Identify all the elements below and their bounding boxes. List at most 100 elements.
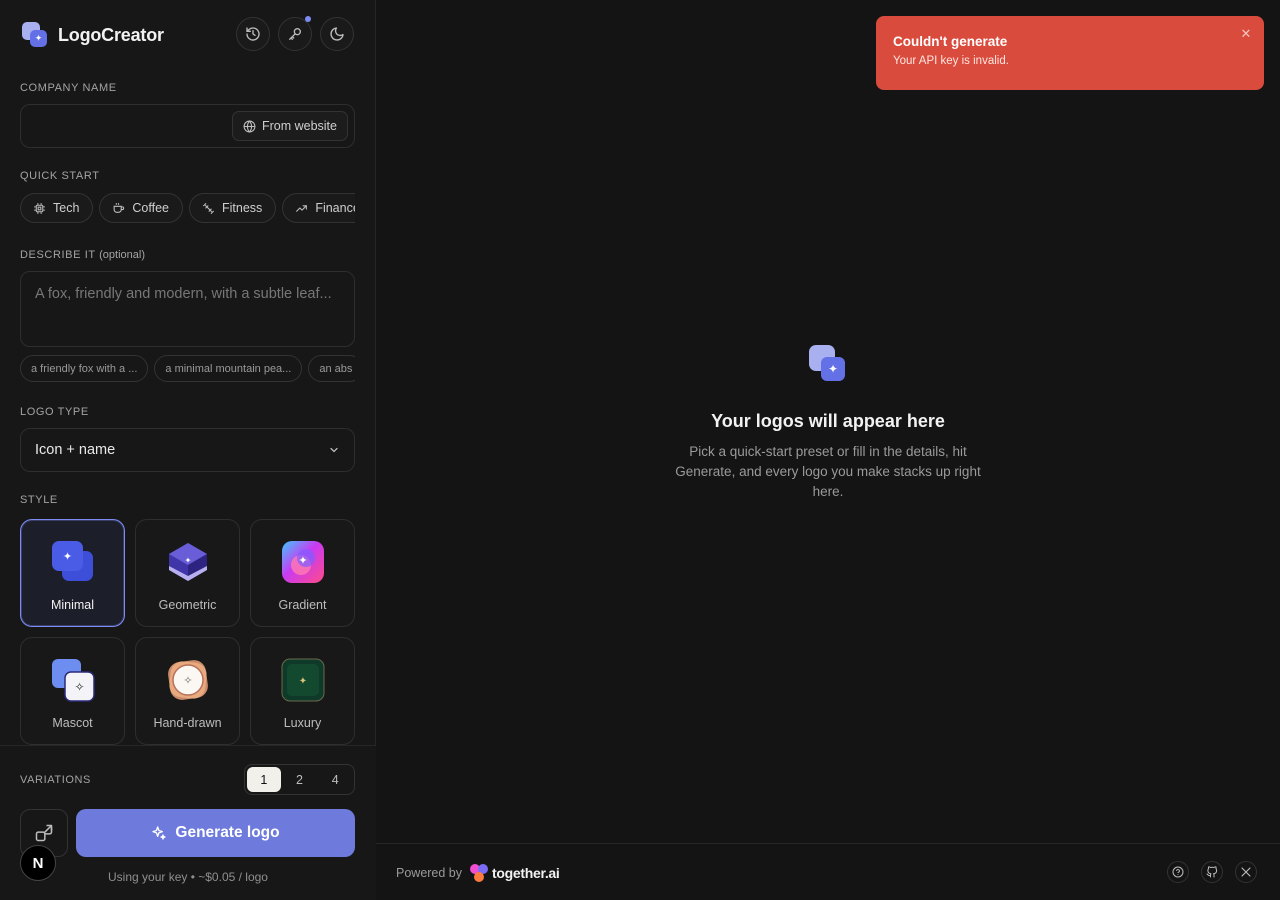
x-button[interactable] [1235, 861, 1257, 883]
help-icon [1172, 866, 1184, 878]
trending-up-icon [296, 204, 308, 212]
describe-placeholder: A fox, friendly and modern, with a subtl… [35, 286, 332, 302]
empty-state-title: Your logos will appear here [711, 411, 945, 431]
coffee-icon [114, 202, 125, 213]
suggestion-chip[interactable]: a minimal mountain pea... [154, 355, 303, 382]
describe-label-text: DESCRIBE IT [20, 249, 96, 261]
optional-text: (optional) [99, 249, 145, 261]
style-card-minimal[interactable]: ✦ Minimal [20, 519, 125, 627]
chip-label: Finance [315, 201, 355, 215]
describe-textarea[interactable]: A fox, friendly and modern, with a subtl… [20, 271, 355, 347]
style-card-hand-drawn[interactable]: ✧ Hand-drawn [135, 637, 240, 745]
theme-toggle-button[interactable] [320, 17, 354, 51]
variation-option-2[interactable]: 2 [283, 767, 317, 792]
svg-text:✧: ✧ [183, 674, 192, 687]
minimal-style-icon: ✦ [51, 541, 93, 581]
geometric-style-icon: ✦ [168, 543, 207, 581]
quick-start-chips: Tech Coffee Fitness Finance [20, 193, 355, 223]
company-name-input[interactable]: From website [20, 104, 355, 148]
app-logo-icon: ✦ [22, 22, 48, 48]
describe-label: DESCRIBE IT (optional) [20, 249, 145, 261]
style-card-geometric[interactable]: ✦ Geometric [135, 519, 240, 627]
quick-start-label: QUICK START [20, 170, 100, 182]
empty-state: ✦ Your logos will appear here Pick a qui… [660, 345, 996, 502]
variation-option-4[interactable]: 4 [318, 767, 352, 792]
svg-text:✦: ✦ [184, 556, 191, 565]
svg-text:✦: ✦ [62, 550, 71, 563]
hand-drawn-style-icon: ✧ [167, 660, 208, 700]
notification-dot [305, 16, 311, 22]
gradient-style-icon: ✦ [281, 541, 324, 583]
suggestion-chip[interactable]: a friendly fox with a ... [20, 355, 149, 382]
chip-label: Fitness [222, 201, 263, 215]
close-icon[interactable]: ✕ [1238, 26, 1254, 42]
style-grid: ✦ Minimal ✦ Geometric ✦ Gradient ✧ Masco… [20, 519, 355, 745]
footer: Powered by together.ai [376, 843, 1280, 900]
logo-type-value: Icon + name [35, 442, 116, 458]
chip-fitness[interactable]: Fitness [189, 193, 277, 223]
globe-icon [243, 119, 256, 133]
style-name: Geometric [158, 598, 217, 612]
generate-logo-label: Generate logo [175, 824, 280, 841]
generate-bar: VARIATIONS 1 2 4 Generate logo N Using y… [0, 745, 376, 900]
style-name: Luxury [283, 716, 322, 730]
toast-title: Couldn't generate [893, 34, 1008, 49]
style-label: STYLE [20, 494, 58, 506]
together-ai-name: together.ai [492, 865, 560, 881]
powered-by: Powered by together.ai [396, 864, 560, 882]
chip-icon [34, 202, 45, 214]
company-name-label: COMPANY NAME [20, 82, 117, 94]
style-card-luxury[interactable]: ✦ Luxury [250, 637, 355, 745]
from-website-label: From website [261, 119, 337, 133]
together-ai-link[interactable]: together.ai [470, 864, 560, 882]
chip-label: Coffee [132, 201, 170, 215]
style-name: Mascot [52, 716, 93, 730]
svg-text:✦: ✦ [298, 554, 307, 567]
style-name: Minimal [50, 598, 95, 612]
mascot-style-icon: ✧ [51, 659, 95, 702]
toast-message: Your API key is invalid. [893, 55, 1009, 67]
variations-label: VARIATIONS [20, 774, 91, 786]
from-website-button[interactable]: From website [231, 111, 348, 141]
variations-selector: 1 2 4 [244, 764, 355, 795]
moon-icon [330, 27, 344, 41]
app-name: LogoCreator [58, 24, 164, 45]
chip-coffee[interactable]: Coffee [99, 193, 184, 223]
style-name: Gradient [278, 598, 327, 612]
github-button[interactable] [1201, 861, 1223, 883]
style-card-mascot[interactable]: ✧ Mascot [20, 637, 125, 745]
powered-by-label: Powered by [396, 866, 463, 880]
svg-text:✦: ✦ [298, 676, 306, 687]
help-button[interactable] [1167, 861, 1189, 883]
together-logo-icon [470, 864, 489, 882]
logo-type-select[interactable]: Icon + name [20, 428, 355, 472]
error-toast: Couldn't generate Your API key is invali… [876, 16, 1264, 90]
history-button[interactable] [236, 17, 270, 51]
chevron-down-icon [330, 447, 338, 453]
svg-text:✧: ✧ [74, 680, 84, 694]
github-icon [1206, 866, 1218, 878]
sparkles-icon [152, 826, 167, 840]
x-icon [1241, 867, 1251, 877]
style-card-gradient[interactable]: ✦ Gradient [250, 519, 355, 627]
suggestion-chip[interactable]: an abs [308, 355, 355, 382]
key-icon [289, 27, 301, 40]
variation-option-1[interactable]: 1 [247, 767, 281, 792]
sidebar: ✦ LogoCreator COMPANY NAME From website … [0, 0, 376, 900]
shapes-icon [35, 824, 53, 842]
history-icon [246, 27, 260, 41]
logo-type-label: LOGO TYPE [20, 406, 89, 418]
api-key-button[interactable] [278, 16, 312, 51]
chip-finance[interactable]: Finance [282, 193, 355, 223]
app: ✦ LogoCreator COMPANY NAME From website … [0, 0, 1280, 900]
cost-note: Using your key • ~$0.05 / logo [108, 870, 268, 884]
empty-state-description: Pick a quick-start preset or fill in the… [675, 444, 981, 499]
dumbbell-icon [203, 202, 214, 214]
brand[interactable]: ✦ LogoCreator [22, 22, 164, 48]
style-name: Hand-drawn [153, 716, 222, 730]
describe-suggestions: a friendly fox with a ... a minimal moun… [20, 355, 355, 382]
generate-logo-button[interactable]: Generate logo [76, 809, 355, 857]
chip-label: Tech [53, 201, 80, 215]
chip-tech[interactable]: Tech [20, 193, 94, 223]
main-panel: ✦ Your logos will appear here Pick a qui… [376, 0, 1280, 900]
